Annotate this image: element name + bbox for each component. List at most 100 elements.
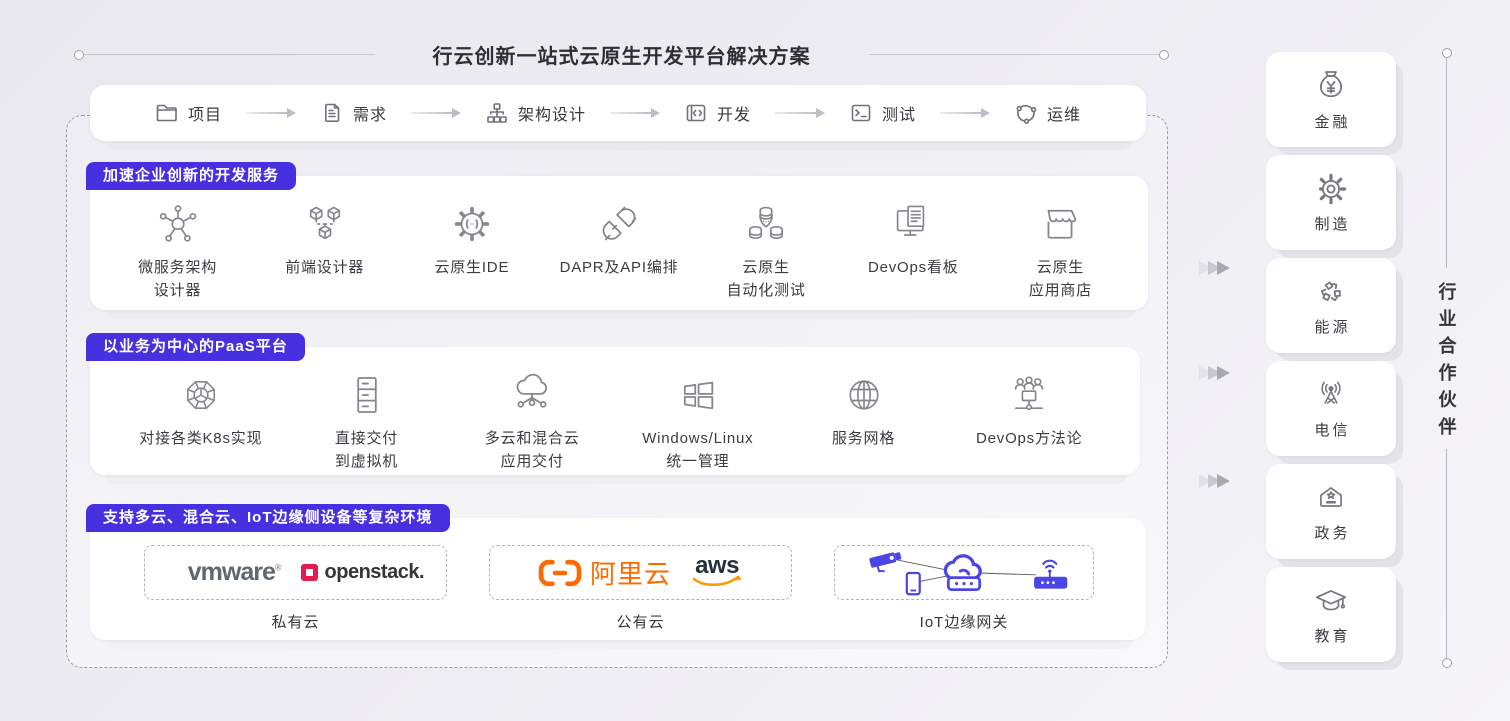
capability-item: 多云和混合云应用交付 — [449, 372, 615, 475]
workflow-step-label: 架构设计 — [518, 101, 586, 125]
header-rule-left — [84, 54, 375, 55]
workflow-step-operations: 运维 — [1014, 101, 1081, 125]
header: 行云创新一站式云原生开发平台解决方案 — [74, 40, 1169, 69]
partner-label: 制造 — [1311, 213, 1350, 234]
devops-methodology-icon — [1007, 372, 1051, 418]
aliyun-logo: 阿里云 — [538, 554, 671, 591]
env-private-cloud: vmware® openstack. 私有云 — [144, 545, 447, 632]
windows-linux-icon — [676, 372, 720, 418]
workflow-step-architecture: 架构设计 — [485, 101, 586, 125]
workflow-step-project: 项目 — [155, 101, 222, 125]
item-label: 多云和混合云 — [485, 427, 580, 450]
capability-item: 云原生应用商店 — [987, 201, 1134, 310]
partner-card-manufacturing: 制造 — [1266, 155, 1396, 250]
partners-rail: 行业合作伙伴 — [1440, 48, 1453, 668]
env-label: 私有云 — [271, 611, 319, 632]
partner-card-government: 政务 — [1266, 464, 1396, 559]
government-building-icon — [1314, 481, 1348, 515]
folder-icon — [155, 101, 179, 125]
item-label-line2: 应用交付 — [485, 450, 580, 473]
aws-smile-icon — [691, 576, 743, 590]
item-label: 直接交付 — [335, 427, 398, 450]
workflow-step-label: 需求 — [353, 101, 387, 125]
item-label: 服务网格 — [832, 427, 895, 450]
end-dot-icon — [74, 50, 84, 60]
capability-item: 微服务架构设计器 — [104, 201, 251, 310]
openstack-logo: openstack. — [301, 561, 424, 584]
capability-item: DAPR及API编排 — [545, 201, 692, 310]
flow-arrow-icon — [411, 112, 453, 114]
double-arrow-icon — [1203, 261, 1230, 275]
rail-line — [1446, 449, 1447, 659]
env-iot-gateway: IoT边缘网关 — [834, 545, 1094, 632]
capability-item: 直接交付到虚拟机 — [284, 372, 450, 475]
partner-label: 金融 — [1311, 111, 1350, 132]
cloud-gateway-icon — [945, 555, 980, 589]
blue-server-icon — [167, 553, 168, 593]
automated-testing-icon — [744, 201, 788, 247]
smartphone-icon — [907, 573, 920, 594]
workflow-step-requirements: 需求 — [320, 101, 387, 125]
rail-line — [1446, 58, 1447, 268]
code-window-icon — [684, 101, 708, 125]
workflow-step-label: 项目 — [188, 101, 222, 125]
capability-item: 服务网格 — [781, 372, 947, 475]
header-rule-right — [869, 54, 1160, 55]
partner-label: 电信 — [1311, 419, 1350, 440]
virtual-machine-icon — [345, 372, 389, 418]
partner-card-telecom: 电信 — [1266, 361, 1396, 456]
money-bag-icon — [1314, 68, 1348, 104]
dev-services-panel: 加速企业创新的开发服务 微服务架构设计器 前端设计器 — [90, 176, 1148, 310]
item-label-line2: 到虚拟机 — [335, 450, 398, 473]
service-mesh-icon — [842, 372, 886, 418]
double-arrow-icon — [1203, 366, 1230, 380]
architecture-sitemap-icon — [485, 101, 509, 125]
end-dot-icon — [1159, 50, 1169, 60]
item-label: DAPR及API编排 — [560, 256, 679, 279]
env-label: 公有云 — [616, 611, 664, 632]
partner-card-education: 教育 — [1266, 567, 1396, 662]
end-dot-icon — [1442, 658, 1452, 668]
partner-card-energy: 能源 — [1266, 258, 1396, 353]
partner-label: 政务 — [1311, 522, 1350, 543]
double-arrow-icon — [1203, 474, 1230, 488]
operations-cycle-icon — [1014, 101, 1038, 125]
item-label: Windows/Linux — [642, 427, 753, 450]
item-label: 前端设计器 — [285, 256, 364, 279]
paas-panel: 以业务为中心的PaaS平台 对接各类K8s实现 直接交付到虚拟机 — [90, 347, 1140, 475]
partner-label: 能源 — [1311, 316, 1350, 337]
recycle-icon — [1314, 275, 1348, 309]
cctv-camera-icon — [869, 550, 902, 567]
capability-item: 云原生IDE — [398, 201, 545, 310]
workflow-step-label: 测试 — [882, 101, 916, 125]
workflow-step-test: 测试 — [849, 101, 916, 125]
private-cloud-box: vmware® openstack. — [144, 545, 447, 600]
aliyun-bracket-icon — [538, 559, 582, 587]
industry-partners-column: 金融 制造 能源 电信 政 — [1266, 52, 1396, 662]
panel-badge: 加速企业创新的开发服务 — [86, 162, 296, 190]
cloud-ide-icon — [450, 201, 494, 247]
microservice-designer-icon — [156, 201, 200, 247]
environments-panel: 支持多云、混合云、IoT边缘侧设备等复杂环境 vmware® openstack… — [90, 518, 1146, 640]
api-orchestration-icon — [597, 201, 641, 247]
devops-kanban-icon — [891, 201, 935, 247]
item-label: 微服务架构 — [138, 256, 217, 279]
panel-badge: 以业务为中心的PaaS平台 — [86, 333, 305, 361]
public-cloud-box: 阿里云 aws — [489, 545, 792, 600]
capability-item: DevOps看板 — [840, 201, 987, 310]
kubernetes-icon — [179, 372, 223, 418]
env-label: IoT边缘网关 — [920, 611, 1009, 632]
item-label-line2: 统一管理 — [642, 450, 753, 473]
item-label: DevOps方法论 — [976, 427, 1082, 450]
partner-card-finance: 金融 — [1266, 52, 1396, 147]
gear-icon — [1314, 172, 1348, 206]
item-label: DevOps看板 — [868, 256, 959, 279]
antenna-icon — [1314, 378, 1348, 412]
vmware-logo: vmware® — [188, 560, 281, 585]
capability-item: 云原生自动化测试 — [693, 201, 840, 310]
partners-vertical-label: 行业合作伙伴 — [1434, 282, 1460, 444]
flow-arrow-icon — [940, 112, 982, 114]
page-title: 行云创新一站式云原生开发平台解决方案 — [433, 40, 811, 69]
iot-devices-graphic — [857, 547, 1071, 599]
flow-arrow-icon — [246, 112, 288, 114]
